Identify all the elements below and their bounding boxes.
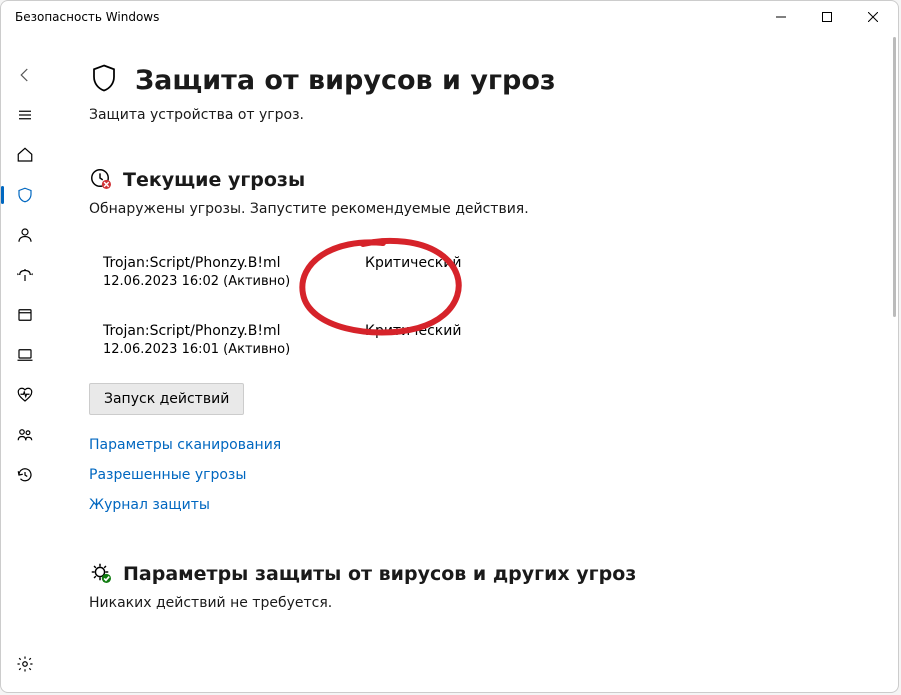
threat-meta: 12.06.2023 16:01 (Активно) xyxy=(103,342,365,357)
section-message: Никаких действий не требуется. xyxy=(89,595,858,611)
nav-device-security[interactable] xyxy=(5,335,45,375)
close-button[interactable] xyxy=(850,1,896,33)
nav-family[interactable] xyxy=(5,415,45,455)
menu-button[interactable] xyxy=(5,95,45,135)
page-subtitle: Защита устройства от угроз. xyxy=(89,107,858,123)
protection-history-link[interactable]: Журнал защиты xyxy=(89,497,858,513)
section-title: Параметры защиты от вирусов и других угр… xyxy=(123,563,636,585)
threat-name: Trojan:Script/Phonzy.B!ml xyxy=(103,255,365,271)
titlebar: Безопасность Windows xyxy=(1,1,898,33)
threat-warning-icon xyxy=(89,167,111,193)
threat-meta: 12.06.2023 16:02 (Активно) xyxy=(103,274,365,289)
allowed-threats-link[interactable]: Разрешенные угрозы xyxy=(89,467,858,483)
nav-virus-protection[interactable] xyxy=(5,175,45,215)
current-threats-section: Текущие угрозы Обнаружены угрозы. Запуст… xyxy=(89,167,858,513)
nav-account[interactable] xyxy=(5,215,45,255)
shield-icon xyxy=(89,63,119,97)
virus-settings-icon xyxy=(89,561,111,587)
window-controls xyxy=(758,1,896,33)
page-title: Защита от вирусов и угроз xyxy=(135,65,556,96)
nav-settings[interactable] xyxy=(5,644,45,684)
window-title: Безопасность Windows xyxy=(15,10,758,24)
threat-item[interactable]: Trojan:Script/Phonzy.B!ml 12.06.2023 16:… xyxy=(89,247,858,297)
scan-options-link[interactable]: Параметры сканирования xyxy=(89,437,858,453)
nav-home[interactable] xyxy=(5,135,45,175)
nav-rail xyxy=(1,33,49,692)
content-area: Защита от вирусов и угроз Защита устройс… xyxy=(49,33,898,692)
threat-item[interactable]: Trojan:Script/Phonzy.B!ml 12.06.2023 16:… xyxy=(89,315,858,365)
threat-severity: Критический xyxy=(365,255,461,271)
minimize-button[interactable] xyxy=(758,1,804,33)
run-actions-button[interactable]: Запуск действий xyxy=(89,383,244,415)
nav-firewall[interactable] xyxy=(5,255,45,295)
protection-settings-section: Параметры защиты от вирусов и других угр… xyxy=(89,561,858,611)
nav-app-control[interactable] xyxy=(5,295,45,335)
maximize-button[interactable] xyxy=(804,1,850,33)
threat-severity: Критический xyxy=(365,323,461,339)
section-message: Обнаружены угрозы. Запустите рекомендуем… xyxy=(89,201,858,217)
scrollbar[interactable] xyxy=(893,37,896,317)
nav-device-health[interactable] xyxy=(5,375,45,415)
back-button[interactable] xyxy=(5,55,45,95)
threat-name: Trojan:Script/Phonzy.B!ml xyxy=(103,323,365,339)
nav-history[interactable] xyxy=(5,455,45,495)
section-title: Текущие угрозы xyxy=(123,169,305,191)
